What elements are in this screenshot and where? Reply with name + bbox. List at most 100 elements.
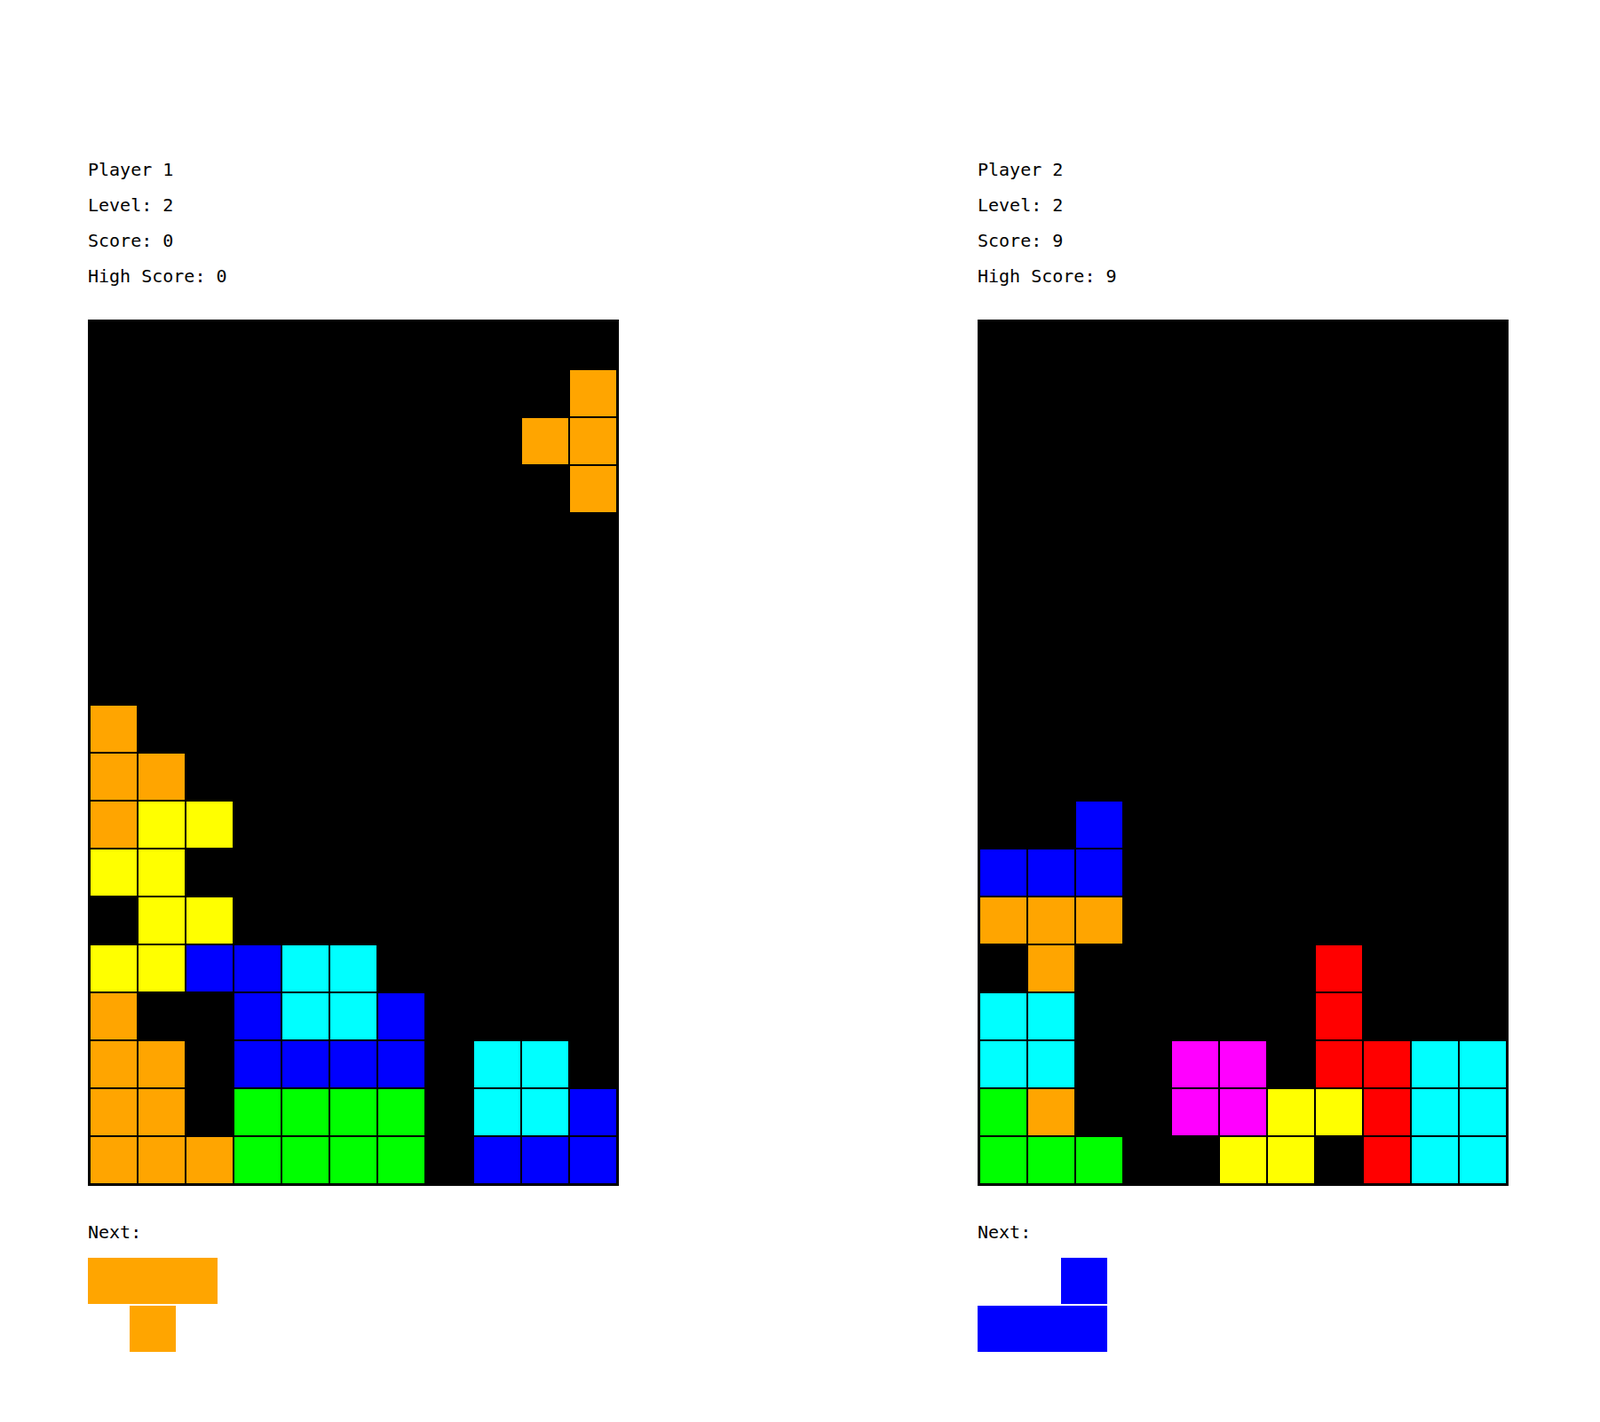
player-title: Player 1	[87, 151, 619, 188]
board-cell	[1219, 1041, 1267, 1088]
board-cell	[980, 1089, 1027, 1136]
board-cell	[90, 609, 137, 657]
board-cell	[378, 801, 425, 848]
board-cell	[1315, 801, 1363, 848]
board-cell	[378, 609, 425, 657]
board-cell	[426, 370, 473, 417]
board-cell	[234, 322, 281, 369]
game-screen: Player 1Level: 2Score: 0High Score: 0Nex…	[0, 0, 1600, 1422]
board-cell	[1315, 1041, 1363, 1088]
board-cell	[1028, 705, 1075, 753]
board-cell	[1219, 418, 1267, 465]
board-cell	[282, 514, 329, 561]
board-cell	[1267, 370, 1315, 417]
board-cell	[980, 801, 1027, 848]
board-cell	[330, 466, 377, 513]
board-cell	[1459, 753, 1506, 800]
board-cell	[1315, 705, 1363, 753]
player-panel: Player 2Level: 2Score: 9High Score: 9Nex…	[977, 151, 1509, 1422]
game-board	[87, 319, 619, 1187]
board-cell	[282, 370, 329, 417]
board-cell	[186, 705, 233, 753]
board-cell	[186, 562, 233, 609]
board-cell	[1076, 657, 1123, 705]
board-cell	[1363, 753, 1410, 800]
board-cell	[330, 562, 377, 609]
board-cell	[186, 322, 233, 369]
board-cell	[1076, 1041, 1123, 1088]
next-piece	[977, 1258, 1101, 1353]
board-cell	[1363, 657, 1410, 705]
board-cell	[330, 418, 377, 465]
board-cell	[570, 1089, 617, 1136]
board-cell	[138, 562, 185, 609]
board-cell	[1076, 562, 1123, 609]
board-cell	[282, 897, 329, 944]
board-cell	[1267, 1089, 1315, 1136]
board-cell	[980, 657, 1027, 705]
board-cell	[426, 897, 473, 944]
board-cell	[474, 801, 521, 848]
board-cell	[1028, 801, 1075, 848]
board-cell	[138, 1041, 185, 1088]
board-cell	[1315, 753, 1363, 800]
board-cell	[1459, 993, 1506, 1040]
board-cell	[1076, 897, 1123, 944]
board-cell	[1363, 466, 1410, 513]
board-cell	[1172, 322, 1219, 369]
board-cell	[138, 993, 185, 1040]
board-cell	[90, 801, 137, 848]
board-cell	[1315, 466, 1363, 513]
board-cell	[980, 370, 1027, 417]
board-cell	[1363, 609, 1410, 657]
next-piece-cell	[977, 1258, 1024, 1305]
board-cell	[1172, 1041, 1219, 1088]
board-cell	[282, 657, 329, 705]
board-cell	[1219, 322, 1267, 369]
board-cell	[1028, 466, 1075, 513]
board-cell	[1363, 514, 1410, 561]
level-label: Level: 2	[87, 187, 619, 223]
board-cell	[522, 1137, 569, 1184]
board-cell	[474, 322, 521, 369]
board-cell	[426, 1137, 473, 1184]
board-cell	[1124, 705, 1171, 753]
board-cell	[1028, 1137, 1075, 1184]
board-cell	[1124, 993, 1171, 1040]
board-cell	[234, 562, 281, 609]
board-cell	[1459, 705, 1506, 753]
board-cell	[1315, 370, 1363, 417]
board-cell	[1459, 1137, 1506, 1184]
board-cell	[186, 753, 233, 800]
board-cell	[1411, 466, 1458, 513]
board-cell	[426, 849, 473, 896]
board-cell	[1124, 753, 1171, 800]
board-cell	[234, 609, 281, 657]
board-cell	[1315, 609, 1363, 657]
board-cell	[378, 466, 425, 513]
board-cell	[1076, 801, 1123, 848]
board-cell	[1172, 370, 1219, 417]
board-cell	[980, 897, 1027, 944]
board-cell	[980, 705, 1027, 753]
board-cell	[378, 945, 425, 992]
board-cell	[138, 897, 185, 944]
player-info: Player 2Level: 2Score: 9High Score: 9	[977, 151, 1509, 294]
board-cell	[1363, 322, 1410, 369]
board-cell	[1124, 322, 1171, 369]
board-cell	[1172, 514, 1219, 561]
board-cell	[474, 705, 521, 753]
board-cell	[1267, 945, 1315, 992]
board-cell	[1219, 370, 1267, 417]
next-piece-cell	[1061, 1306, 1108, 1353]
board-cell	[138, 418, 185, 465]
board-cell	[980, 514, 1027, 561]
board-cell	[138, 1089, 185, 1136]
board-cell	[1411, 1137, 1458, 1184]
board-cell	[1411, 370, 1458, 417]
board-cell	[234, 897, 281, 944]
next-piece-cell	[1019, 1306, 1066, 1353]
board-cell	[330, 945, 377, 992]
board-cell	[1315, 514, 1363, 561]
board-cell	[330, 370, 377, 417]
